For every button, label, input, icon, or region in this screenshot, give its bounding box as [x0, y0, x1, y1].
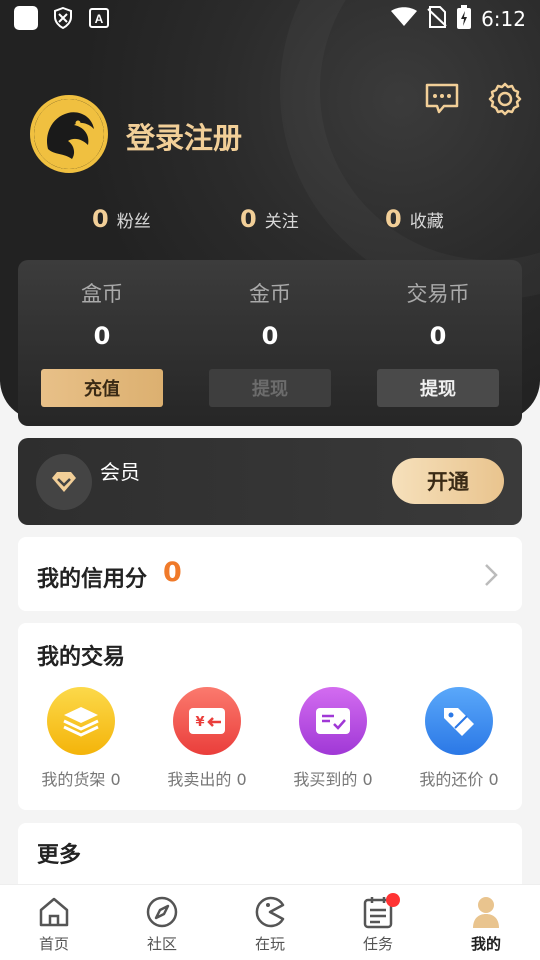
- dragon-avatar[interactable]: [30, 95, 108, 173]
- svg-text:A: A: [95, 12, 104, 26]
- wallet-value: 0: [429, 322, 447, 350]
- stat-fans[interactable]: 0 粉丝: [92, 205, 151, 233]
- credit-score-card[interactable]: 我的信用分 0: [18, 537, 522, 611]
- tab-label: 首页: [38, 935, 69, 953]
- stat-following-label: 关注: [264, 212, 299, 232]
- trade-item-label: 我的货架 0: [41, 770, 121, 789]
- wallet-title: 盒币: [81, 282, 123, 306]
- svg-text:¥: ¥: [195, 715, 204, 730]
- tab-home[interactable]: 首页: [0, 895, 108, 954]
- trade-item-bought[interactable]: 我买到的 0: [270, 687, 396, 790]
- trade-item-label: 我的还价 0: [419, 770, 499, 789]
- credit-value: 0: [163, 557, 182, 588]
- diamond-icon: [36, 454, 92, 510]
- recharge-button[interactable]: 充值: [41, 369, 163, 407]
- login-register-link[interactable]: 登录注册: [126, 115, 242, 157]
- withdraw-gold-button[interactable]: 提现: [209, 369, 331, 407]
- trade-item-label: 我卖出的 0: [167, 770, 247, 789]
- calendar-icon: [324, 895, 432, 929]
- tab-tasks[interactable]: 任务: [324, 893, 432, 954]
- chevron-right-icon: [484, 563, 498, 591]
- credit-title: 我的信用分: [37, 567, 148, 592]
- vip-open-button[interactable]: 开通: [392, 458, 504, 504]
- tab-playing[interactable]: 在玩: [216, 895, 324, 954]
- bought-icon: [299, 687, 367, 755]
- notification-badge: [386, 893, 400, 907]
- tab-mine[interactable]: 我的: [432, 895, 540, 954]
- more-title: 更多: [37, 843, 82, 868]
- vip-card: 会员 开通: [18, 438, 522, 525]
- bottom-tab-bar: 首页 社区 在玩 任务 我的: [0, 884, 540, 960]
- compass-icon: [108, 895, 216, 929]
- stat-fans-label: 粉丝: [116, 212, 151, 232]
- layers-icon: [47, 687, 115, 755]
- shield-icon: [52, 7, 74, 29]
- wallet-title: 交易币: [406, 282, 470, 306]
- tab-label: 在玩: [254, 935, 285, 953]
- tab-label: 我的: [470, 935, 501, 953]
- no-sim-icon: [427, 6, 447, 32]
- trade-item-counteroffer[interactable]: 我的还价 0: [396, 687, 522, 790]
- stat-favorites[interactable]: 0 收藏: [385, 205, 444, 233]
- trade-title: 我的交易: [37, 645, 126, 670]
- sell-icon: ¥: [173, 687, 241, 755]
- font-icon: A: [88, 7, 110, 29]
- tab-label: 任务: [362, 935, 393, 953]
- wifi-icon: [391, 7, 418, 31]
- app-notification-icon: [14, 6, 38, 30]
- status-bar: A 6:12: [0, 0, 540, 36]
- tag-icon: [425, 687, 493, 755]
- status-time: 6:12: [481, 7, 526, 31]
- stat-fans-count: 0: [92, 205, 109, 233]
- wallet-panel: 盒币 0 充值 金币 0 提现 交易币 0 提现: [18, 260, 522, 426]
- wallet-value: 0: [261, 322, 279, 350]
- wallet-gold-coin: 金币 0 提现: [186, 260, 354, 426]
- wallet-trade-coin: 交易币 0 提现: [354, 260, 522, 426]
- battery-icon: [457, 5, 472, 33]
- trade-item-sold[interactable]: ¥ 我卖出的 0: [144, 687, 270, 790]
- vip-label: 会员: [100, 460, 140, 484]
- tab-community[interactable]: 社区: [108, 895, 216, 954]
- wallet-box-coin: 盒币 0 充值: [18, 260, 186, 426]
- my-trade-card: 我的交易 我的货架 0 ¥ 我卖出的 0 我买到的 0 我的还价 0: [18, 623, 522, 810]
- pacman-icon: [216, 895, 324, 929]
- stat-following-count: 0: [240, 205, 257, 233]
- wallet-value: 0: [93, 322, 111, 350]
- trade-item-shelf[interactable]: 我的货架 0: [18, 687, 144, 790]
- stat-following[interactable]: 0 关注: [240, 205, 299, 233]
- stat-favorites-label: 收藏: [409, 212, 444, 232]
- home-icon: [0, 895, 108, 929]
- settings-gear-icon[interactable]: [486, 80, 524, 118]
- wallet-title: 金币: [249, 282, 291, 306]
- message-icon[interactable]: [423, 80, 461, 118]
- tab-label: 社区: [146, 935, 177, 953]
- stat-favorites-count: 0: [385, 205, 402, 233]
- withdraw-trade-button[interactable]: 提现: [377, 369, 499, 407]
- user-icon: [432, 895, 540, 929]
- trade-item-label: 我买到的 0: [293, 770, 373, 789]
